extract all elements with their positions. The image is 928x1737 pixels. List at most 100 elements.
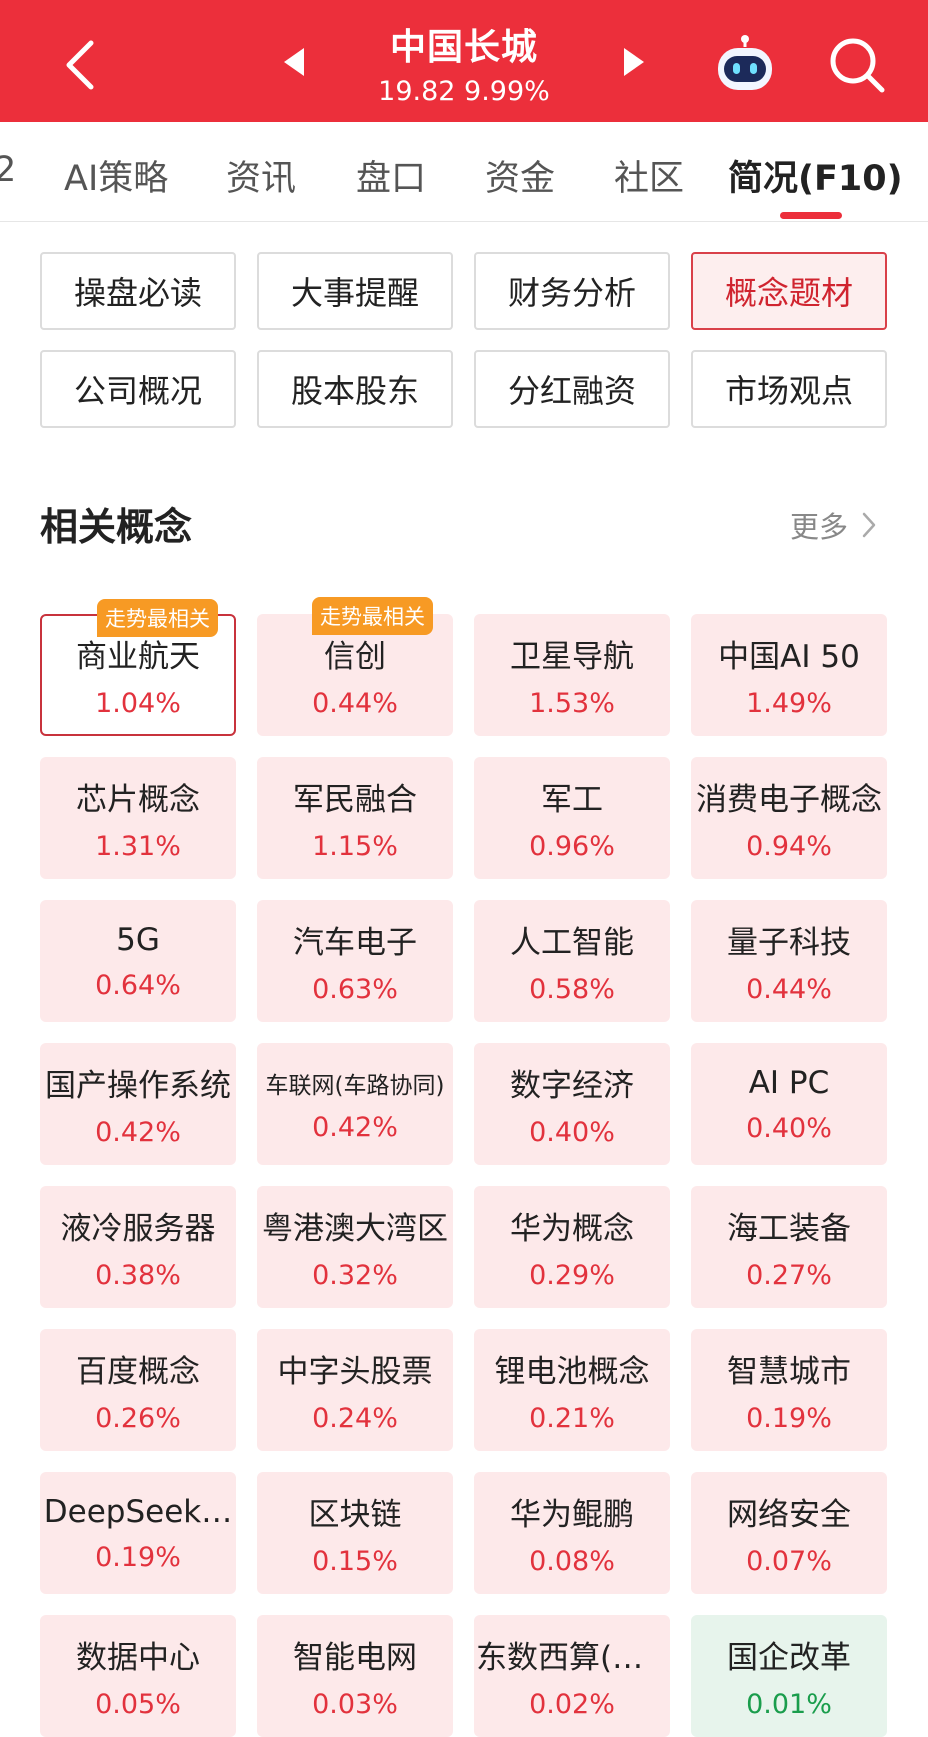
concept-change: 0.63%	[312, 974, 398, 1005]
concept-item[interactable]: 锂电池概念 0.21%	[474, 1329, 670, 1451]
concept-item[interactable]: 消费电子概念 0.94%	[691, 757, 887, 879]
tab-news[interactable]: 资讯	[226, 150, 296, 201]
concept-change: 0.64%	[95, 969, 181, 1001]
concept-item[interactable]: 百度概念 0.26%	[40, 1329, 236, 1451]
concept-change: 1.53%	[529, 688, 615, 719]
concept-name: 中国AI 50	[718, 639, 860, 675]
concept-item[interactable]: 军民融合 1.15%	[257, 757, 453, 879]
chevron-right-icon	[862, 512, 876, 538]
concept-name: 车联网(车路协同)	[265, 1072, 445, 1099]
concept-item[interactable]: 国产操作系统 0.42%	[40, 1043, 236, 1165]
concept-item[interactable]: DeepSeek… 0.19%	[40, 1472, 236, 1594]
concept-change: 1.31%	[95, 831, 181, 862]
seg-shareholders[interactable]: 股本股东	[257, 350, 453, 428]
tab-community[interactable]: 社区	[614, 150, 684, 201]
concept-name: 信创	[324, 639, 386, 675]
most-correlated-badge: 走势最相关	[97, 599, 218, 637]
concept-item[interactable]: 汽车电子 0.63%	[257, 900, 453, 1022]
concept-name: 数字经济	[510, 1068, 634, 1104]
concept-change: 0.38%	[95, 1260, 181, 1291]
concept-name: 国产操作系统	[45, 1068, 231, 1104]
concept-item[interactable]: 数据中心 0.05%	[40, 1615, 236, 1737]
concept-item[interactable]: 粤港澳大湾区 0.32%	[257, 1186, 453, 1308]
concept-change: 0.40%	[746, 1112, 832, 1144]
concept-item[interactable]: 海工装备 0.27%	[691, 1186, 887, 1308]
concept-name: 华为概念	[510, 1211, 634, 1247]
active-tab-indicator	[780, 212, 842, 219]
concept-item[interactable]: 华为鲲鹏 0.08%	[474, 1472, 670, 1594]
concept-change: 1.04%	[95, 688, 181, 719]
concept-item[interactable]: 数字经济 0.40%	[474, 1043, 670, 1165]
concept-item[interactable]: 芯片概念 1.31%	[40, 757, 236, 879]
concept-change: 0.29%	[529, 1260, 615, 1291]
concept-name: 区块链	[308, 1497, 402, 1533]
seg-company-profile[interactable]: 公司概况	[40, 350, 236, 428]
next-stock-button[interactable]	[618, 44, 648, 80]
concept-change: 0.96%	[529, 831, 615, 862]
section-title: 相关概念	[40, 505, 193, 549]
concept-name: DeepSeek…	[43, 1493, 233, 1530]
concept-item[interactable]: 网络安全 0.07%	[691, 1472, 887, 1594]
concept-item[interactable]: 量子科技 0.44%	[691, 900, 887, 1022]
stock-price: 19.82 9.99%	[378, 76, 550, 107]
robot-icon	[718, 35, 772, 90]
tab-partial[interactable]: 2	[0, 150, 16, 190]
seg-dividends-financing[interactable]: 分红融资	[474, 350, 670, 428]
concept-change: 0.19%	[746, 1403, 832, 1434]
concept-name: 中字头股票	[277, 1354, 433, 1390]
seg-event-reminder[interactable]: 大事提醒	[257, 252, 453, 330]
tab-order-book[interactable]: 盘口	[356, 150, 426, 201]
concept-item[interactable]: 华为概念 0.29%	[474, 1186, 670, 1308]
f10-section-buttons: 操盘必读 大事提醒 财务分析 概念题材 公司概况 股本股东 分红融资 市场观点	[40, 252, 888, 428]
triangle-right-icon	[624, 48, 644, 76]
concept-item[interactable]: 智慧城市 0.19%	[691, 1329, 887, 1451]
tab-capital[interactable]: 资金	[485, 150, 555, 201]
seg-trading-must-read[interactable]: 操盘必读	[40, 252, 236, 330]
concept-change: 0.42%	[95, 1117, 181, 1148]
seg-concept-theme[interactable]: 概念题材	[691, 252, 887, 330]
concept-item[interactable]: 卫星导航 1.53%	[474, 614, 670, 736]
seg-market-views[interactable]: 市场观点	[691, 350, 887, 428]
concept-item[interactable]: 国企改革 0.01%	[691, 1615, 887, 1737]
concept-name: 军工	[541, 782, 603, 818]
concept-change: 0.58%	[529, 974, 615, 1005]
seg-financial-analysis[interactable]: 财务分析	[474, 252, 670, 330]
concept-item[interactable]: 人工智能 0.58%	[474, 900, 670, 1022]
concept-name: 锂电池概念	[494, 1354, 650, 1390]
concept-name: 数据中心	[76, 1640, 200, 1676]
concept-name: 5G	[116, 921, 160, 958]
concept-item[interactable]: 液冷服务器 0.38%	[40, 1186, 236, 1308]
ai-assistant-button[interactable]	[712, 34, 778, 94]
concept-item[interactable]: AI PC 0.40%	[691, 1043, 887, 1165]
concept-item[interactable]: 军工 0.96%	[474, 757, 670, 879]
concept-item[interactable]: 车联网(车路协同) 0.42%	[257, 1043, 453, 1165]
concept-change: 0.08%	[529, 1546, 615, 1577]
search-icon	[830, 38, 885, 93]
concept-change: 0.21%	[529, 1403, 615, 1434]
tab-f10-overview[interactable]: 简况(F10)	[728, 150, 903, 201]
top-header: 中国长城 19.82 9.99%	[0, 0, 928, 122]
concept-change: 0.07%	[746, 1546, 832, 1577]
concept-change: 0.40%	[529, 1117, 615, 1148]
more-link[interactable]: 更多	[790, 504, 876, 546]
concept-change: 0.19%	[95, 1541, 181, 1573]
concept-name: 人工智能	[510, 925, 634, 961]
more-label: 更多	[790, 510, 849, 544]
concept-item[interactable]: 东数西算(算… 0.02%	[474, 1615, 670, 1737]
tab-ai-strategy[interactable]: AI策略	[64, 150, 168, 201]
concept-item[interactable]: 智能电网 0.03%	[257, 1615, 453, 1737]
concept-name: 华为鲲鹏	[510, 1497, 634, 1533]
concept-change: 0.01%	[746, 1689, 832, 1720]
concept-item[interactable]: 走势最相关 商业航天 1.04%	[40, 599, 236, 736]
concept-change: 0.15%	[312, 1546, 398, 1577]
concept-name: 百度概念	[76, 1354, 200, 1390]
search-button[interactable]	[826, 34, 888, 96]
concept-change: 0.32%	[312, 1260, 398, 1291]
concept-item[interactable]: 中字头股票 0.24%	[257, 1329, 453, 1451]
concept-name: 液冷服务器	[60, 1211, 216, 1247]
concept-item[interactable]: 中国AI 50 1.49%	[691, 614, 887, 736]
concept-item[interactable]: 区块链 0.15%	[257, 1472, 453, 1594]
concept-name: 智能电网	[293, 1640, 417, 1676]
concept-item[interactable]: 走势最相关 信创 0.44%	[257, 597, 453, 736]
concept-item[interactable]: 5G 0.64%	[40, 900, 236, 1022]
